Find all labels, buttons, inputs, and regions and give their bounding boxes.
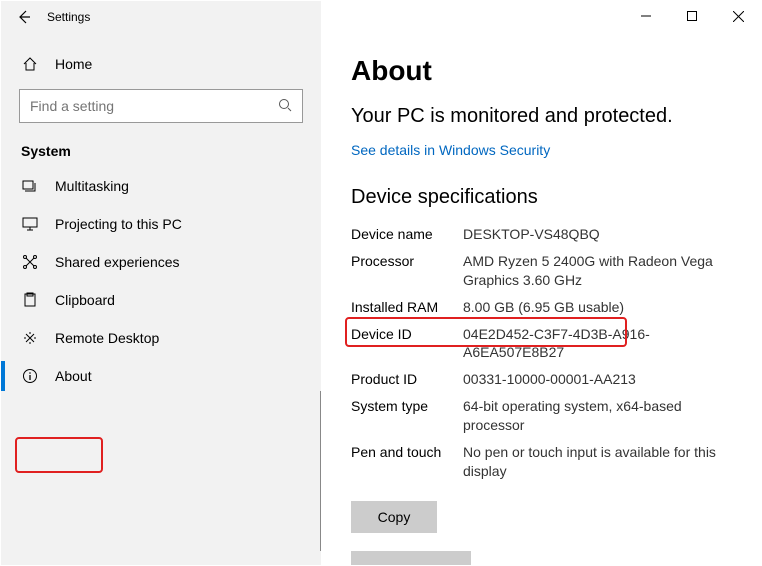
category-title: System [1, 137, 321, 167]
sidebar: Home System Multitasking Projecting to t… [1, 1, 321, 565]
spec-value: 00331-10000-00001-AA213 [463, 370, 739, 389]
multitasking-icon [21, 177, 39, 195]
search-box[interactable] [19, 89, 303, 123]
spec-label: Device ID [351, 325, 463, 363]
remote-icon [21, 329, 39, 347]
back-button[interactable] [9, 2, 39, 32]
nav-label: Clipboard [55, 292, 115, 308]
back-arrow-icon [16, 9, 32, 25]
spec-label: Pen and touch [351, 443, 463, 481]
protected-text: Your PC is monitored and protected. [351, 105, 739, 128]
spec-row-system-type: System type 64-bit operating system, x64… [351, 397, 739, 435]
scroll-indicator[interactable] [320, 391, 321, 551]
nav-label: Remote Desktop [55, 330, 159, 346]
search-icon [278, 98, 292, 115]
spec-row-device-id: Device ID 04E2D452-C3F7-4D3B-A916-A6EA50… [351, 325, 739, 363]
spec-label: Device name [351, 225, 463, 244]
spec-label: Installed RAM [351, 298, 463, 317]
spec-label: System type [351, 397, 463, 435]
spec-row-processor: Processor AMD Ryzen 5 2400G with Radeon … [351, 252, 739, 290]
copy-button[interactable]: Copy [351, 501, 437, 533]
spec-row-product-id: Product ID 00331-10000-00001-AA213 [351, 370, 739, 389]
clipboard-icon [21, 291, 39, 309]
device-spec-title: Device specifications [351, 186, 739, 209]
settings-window: Settings Home System [0, 0, 762, 566]
window-title: Settings [39, 10, 90, 24]
spec-label: Product ID [351, 370, 463, 389]
nav-label: About [55, 368, 92, 384]
nav-label: Projecting to this PC [55, 216, 182, 232]
home-nav[interactable]: Home [1, 45, 321, 83]
spec-label: Processor [351, 252, 463, 290]
nav-projecting[interactable]: Projecting to this PC [1, 205, 321, 243]
truncated-button[interactable] [351, 551, 471, 565]
spec-row-device-name: Device name DESKTOP-VS48QBQ [351, 225, 739, 244]
spec-value: 64-bit operating system, x64-based proce… [463, 397, 739, 435]
nav-remote[interactable]: Remote Desktop [1, 319, 321, 357]
home-icon [21, 55, 39, 73]
title-bar: Settings [1, 1, 761, 33]
spec-row-ram: Installed RAM 8.00 GB (6.95 GB usable) [351, 298, 739, 317]
nav-clipboard[interactable]: Clipboard [1, 281, 321, 319]
search-input[interactable] [30, 98, 278, 114]
security-link[interactable]: See details in Windows Security [351, 142, 550, 158]
nav-shared[interactable]: Shared experiences [1, 243, 321, 281]
shared-icon [21, 253, 39, 271]
projecting-icon [21, 215, 39, 233]
spec-value: 04E2D452-C3F7-4D3B-A916-A6EA507E8B27 [463, 325, 739, 363]
about-icon [21, 367, 39, 385]
page-title: About [351, 55, 739, 87]
main-content: About Your PC is monitored and protected… [321, 1, 761, 565]
spec-value: DESKTOP-VS48QBQ [463, 225, 739, 244]
spec-value: AMD Ryzen 5 2400G with Radeon Vega Graph… [463, 252, 739, 290]
nav-about[interactable]: About [1, 357, 321, 395]
home-label: Home [55, 56, 92, 72]
spec-row-pen-touch: Pen and touch No pen or touch input is a… [351, 443, 739, 481]
spec-value: No pen or touch input is available for t… [463, 443, 739, 481]
nav-label: Shared experiences [55, 254, 180, 270]
spec-value: 8.00 GB (6.95 GB usable) [463, 298, 739, 317]
nav-label: Multitasking [55, 178, 129, 194]
nav-multitasking[interactable]: Multitasking [1, 167, 321, 205]
